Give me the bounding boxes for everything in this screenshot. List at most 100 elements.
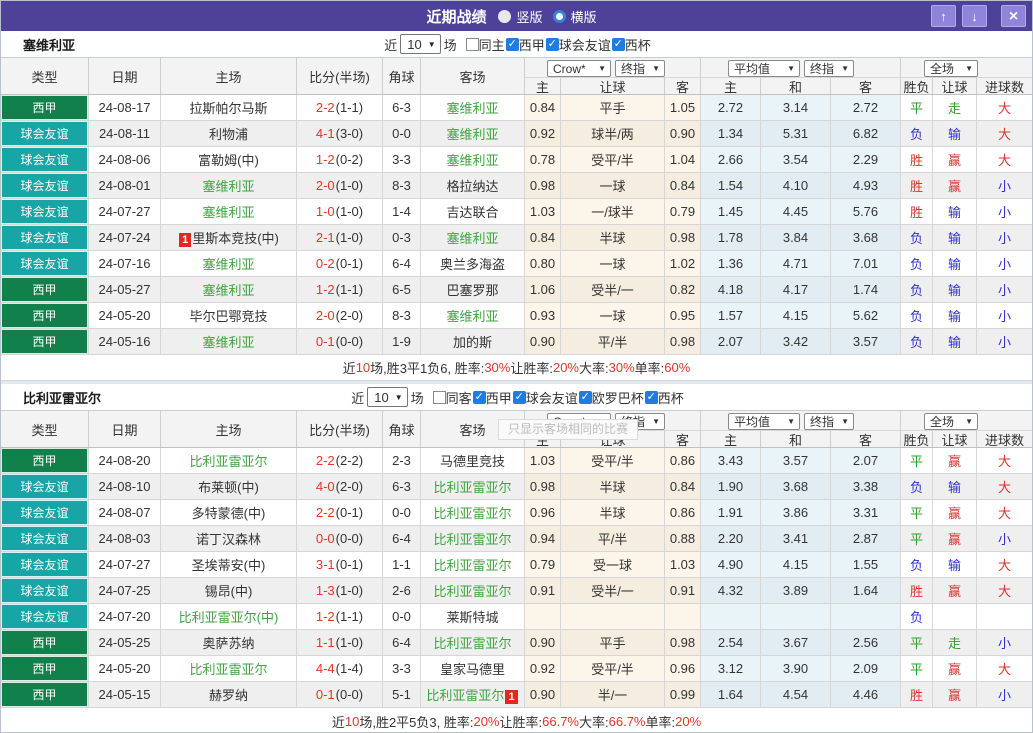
- corners-cell: 6-3: [383, 474, 421, 499]
- date-cell: 24-07-20: [89, 604, 161, 629]
- away-odds-cell: 1.03: [665, 552, 701, 577]
- away-odds-cell: 0.82: [665, 277, 701, 302]
- score-cell: 4-1 (3-0): [297, 121, 383, 146]
- match-count-select[interactable]: 10 ▼: [367, 387, 408, 407]
- summary-segment: 20%: [473, 713, 500, 729]
- away-team: 塞维利亚: [446, 98, 498, 117]
- move-down-button[interactable]: ↓: [962, 5, 987, 27]
- result-cell: 平: [901, 448, 933, 473]
- sub-column-header: 和: [761, 431, 831, 448]
- league-checkbox[interactable]: ✓: [512, 390, 526, 404]
- close-button[interactable]: ×: [1001, 5, 1026, 27]
- goals-over-under-cell: 小: [977, 277, 1032, 302]
- team-label: 比利亚雷亚尔: [433, 532, 512, 547]
- average-odds-select[interactable]: 平均值 ▼: [728, 60, 800, 77]
- column-header: 日期: [89, 58, 161, 94]
- league-checkbox[interactable]: ✓: [505, 37, 519, 51]
- full-match-select[interactable]: 全场 ▼: [924, 413, 978, 430]
- league-checkbox[interactable]: ✓: [472, 390, 486, 404]
- goals-over-under-cell: 小: [977, 682, 1032, 707]
- avg-home-odds-cell: 2.66: [701, 147, 761, 172]
- filters: 近 10 ▼ 场同主 ✓ 西甲 ✓ 球会友谊 ✓ 西杯: [381, 34, 651, 54]
- goals-over-under-cell: 小: [977, 251, 1032, 276]
- team-label: 塞维利亚: [446, 153, 499, 168]
- team-label: 多特蒙德(中): [191, 506, 266, 521]
- away-team-cell: 比利亚雷亚尔: [421, 578, 525, 603]
- away-team-cell: 皇家马德里: [421, 656, 525, 681]
- league-checkbox-label: 西杯: [657, 390, 684, 406]
- handicap-result-cell: 输: [933, 225, 977, 250]
- league-checkbox-label: 球会友谊: [525, 390, 578, 406]
- score-cell: 2-0 (1-0): [297, 173, 383, 198]
- home-odds-cell: [525, 604, 561, 629]
- handicap-result-cell: 赢: [933, 656, 977, 681]
- result-cell: 平: [901, 526, 933, 551]
- match-count-select[interactable]: 10 ▼: [400, 34, 441, 54]
- league-checkbox[interactable]: ✓: [578, 390, 592, 404]
- home-team: 比利亚雷亚尔: [189, 659, 267, 678]
- score-cell: 0-1 (0-0): [297, 682, 383, 707]
- filter-bar: 塞维利亚 近 10 ▼ 场同主 ✓ 西甲 ✓ 球会友谊 ✓ 西杯: [1, 31, 1032, 57]
- avg-away-odds-cell: 3.68: [831, 225, 901, 250]
- result-cell: 平: [901, 95, 933, 120]
- team-name: 比利亚雷亚尔: [23, 390, 102, 406]
- corners-cell: 0-3: [383, 225, 421, 250]
- final-odds-select-2[interactable]: 终指 ▼: [804, 60, 854, 77]
- score-cell: 1-2 (0-2): [297, 147, 383, 172]
- goals-over-under-cell: [977, 604, 1032, 629]
- away-team-cell: 塞维利亚: [421, 147, 525, 172]
- away-odds-cell: [665, 604, 701, 629]
- fulltime-score: 1-2: [315, 152, 335, 167]
- average-odds-select[interactable]: 平均值 ▼: [728, 413, 800, 430]
- goals-over-under-cell: 小: [977, 303, 1032, 328]
- avg-draw-odds-cell: 4.45: [761, 199, 831, 224]
- result-cell: 胜: [901, 147, 933, 172]
- summary-segment: 让胜率:: [510, 361, 553, 376]
- avg-home-odds-cell: 2.72: [701, 95, 761, 120]
- home-team: 塞维利亚: [202, 280, 254, 299]
- vertical-layout-label: 竖版: [516, 9, 543, 25]
- same-venue-checkbox[interactable]: [465, 37, 479, 51]
- corners-cell: 0-0: [383, 121, 421, 146]
- match-row: 球会友谊 24-07-20 比利亚雷亚尔(中) 1-2 (1-1) 0-0 莱斯特城负: [1, 604, 1032, 630]
- home-odds-cell: 0.90: [525, 329, 561, 354]
- handicap-line-cell: 受半/一: [561, 277, 665, 302]
- result-cell: 负: [901, 474, 933, 499]
- away-odds-cell: 0.86: [665, 448, 701, 473]
- league-cell: 球会友谊: [1, 474, 89, 499]
- handicap-result-cell: 赢: [933, 526, 977, 551]
- home-team: 比利亚雷亚尔(中): [179, 607, 279, 626]
- corners-cell: 1-1: [383, 552, 421, 577]
- bookmaker-select[interactable]: Crow* ▼: [547, 60, 611, 77]
- handicap-result-cell: [933, 604, 977, 629]
- same-venue-checkbox[interactable]: [432, 390, 446, 404]
- sub-column-header: 胜负: [901, 78, 933, 95]
- team-label: 锡昂(中): [204, 584, 253, 599]
- final-odds-select[interactable]: 终指 ▼: [615, 60, 665, 77]
- league-checkbox[interactable]: ✓: [611, 37, 625, 51]
- final-odds-select-2[interactable]: 终指 ▼: [804, 413, 854, 430]
- date-cell: 24-08-01: [89, 173, 161, 198]
- halftime-score: (3-0): [335, 126, 364, 141]
- date-cell: 24-05-16: [89, 329, 161, 354]
- same-venue-label: 同客: [445, 390, 472, 406]
- goals-over-under-cell: 小: [977, 630, 1032, 655]
- avg-home-odds-cell: 1.64: [701, 682, 761, 707]
- league-checkbox[interactable]: ✓: [644, 390, 658, 404]
- avg-home-odds-cell: 1.36: [701, 251, 761, 276]
- full-match-select[interactable]: 全场 ▼: [924, 60, 978, 77]
- handicap-result-cell: 赢: [933, 682, 977, 707]
- home-team-cell: 诺丁汉森林: [161, 526, 297, 551]
- horizontal-layout-radio[interactable]: [552, 9, 566, 23]
- corners-cell: 6-5: [383, 277, 421, 302]
- halftime-score: (0-0): [335, 334, 364, 349]
- league-checkbox[interactable]: ✓: [545, 37, 559, 51]
- move-up-button[interactable]: ↑: [931, 5, 956, 27]
- home-team-cell: 塞维利亚: [161, 251, 297, 276]
- match-row: 球会友谊 24-07-25 锡昂(中) 1-3 (1-0) 2-6 比利亚雷亚尔 0.91 受半…: [1, 578, 1032, 604]
- league-cell: 球会友谊: [1, 500, 89, 525]
- home-team: 1 里斯本竞技(中): [178, 228, 279, 247]
- chevron-down-icon: ▼: [787, 64, 795, 73]
- handicap-line-cell: 一球: [561, 251, 665, 276]
- vertical-layout-radio[interactable]: [498, 9, 512, 23]
